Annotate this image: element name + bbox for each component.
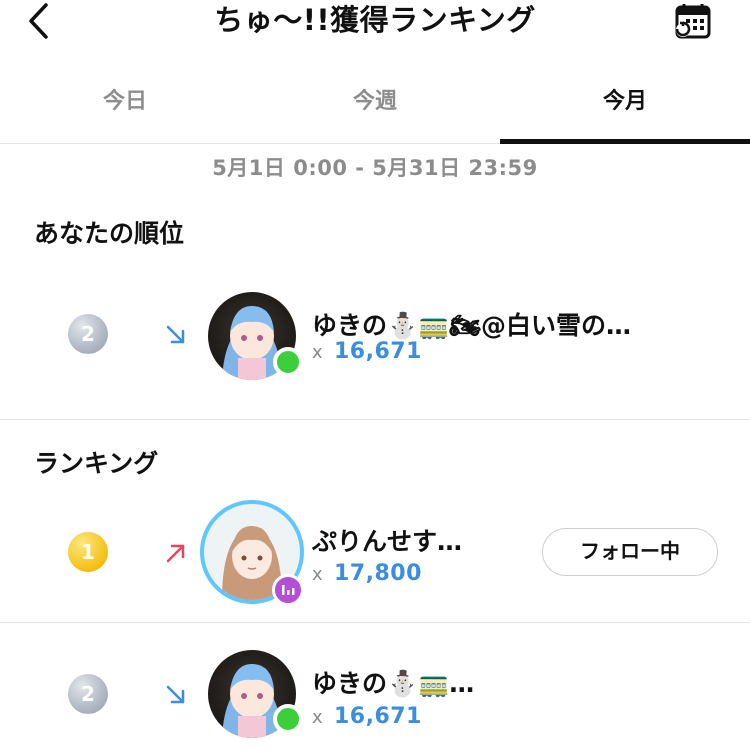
user-name: ゆきの⛄🚃🏍@白い雪の… — [312, 311, 631, 340]
following-button[interactable]: フォロー中 — [542, 528, 718, 576]
ranking-row[interactable]: 1 ぷりんせす… x 17,800 フォロー中 — [0, 498, 750, 610]
calendar-history-button[interactable] — [672, 2, 714, 42]
online-status-dot — [273, 347, 303, 377]
online-status-dot — [273, 704, 303, 734]
ranking-row[interactable]: 2 ゆきの⛄🚃… x 16,671 — [0, 640, 750, 750]
page-title: ちゅ～!!獲得ランキング — [214, 3, 536, 37]
my-rank-title: あなたの順位 — [34, 219, 185, 248]
row-divider — [0, 622, 750, 623]
count-multiplier: x — [312, 707, 323, 728]
tab-this-month[interactable]: 今月 — [500, 74, 750, 144]
trend-down-icon — [166, 685, 185, 704]
period-range: 5月1日 0:00 - 5月31日 23:59 — [212, 156, 538, 180]
kiss-count: 16,671 — [334, 339, 422, 364]
header-bar: ちゅ～!!獲得ランキング — [0, 0, 750, 44]
period-tabs: 今日 今週 今月 — [0, 74, 750, 144]
trend-up-icon — [166, 544, 185, 563]
my-rank-row[interactable]: 2 ゆきの⛄🚃🏍@白い雪の… x 16,671 — [0, 280, 750, 400]
rank-badge: 2 — [68, 314, 108, 354]
ranking-title: ランキング — [34, 449, 159, 478]
kiss-count: 17,800 — [334, 561, 422, 586]
calendar-history-icon — [675, 4, 711, 39]
trend-down-icon — [166, 325, 185, 344]
rank-badge: 2 — [68, 674, 108, 714]
tab-today[interactable]: 今日 — [0, 74, 250, 143]
count-multiplier: x — [312, 564, 323, 585]
live-bars-icon — [282, 585, 295, 595]
rank-badge: 1 — [68, 532, 108, 572]
live-badge — [272, 574, 304, 606]
user-name: ぷりんせす… — [312, 527, 463, 556]
section-divider — [0, 419, 750, 420]
kiss-count: 16,671 — [334, 704, 422, 729]
count-multiplier: x — [312, 342, 323, 363]
user-name: ゆきの⛄🚃… — [312, 669, 475, 698]
tab-this-week[interactable]: 今週 — [250, 74, 500, 143]
